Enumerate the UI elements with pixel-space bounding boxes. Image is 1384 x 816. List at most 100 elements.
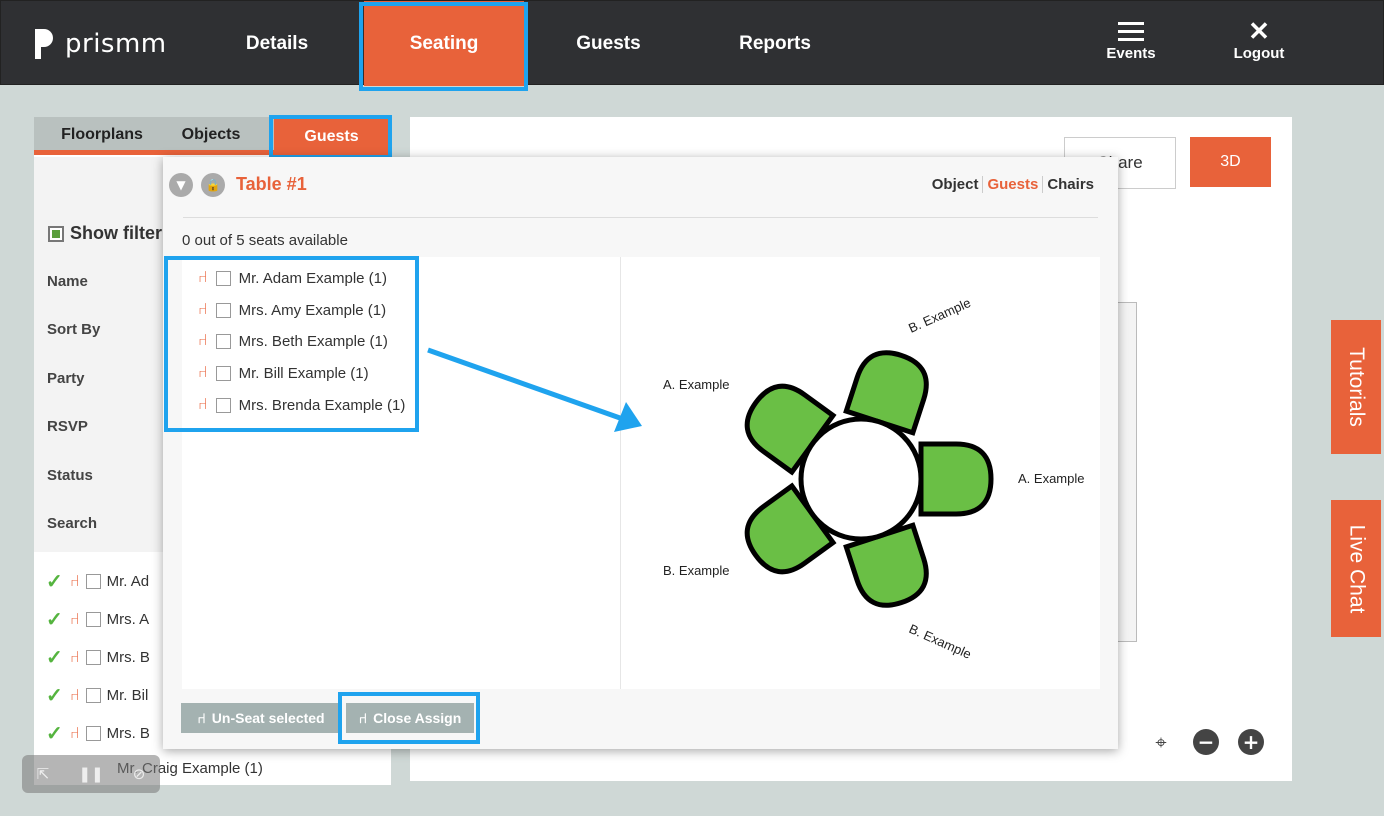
nav-details[interactable]: Details — [211, 1, 343, 86]
filter-status-label: Status — [47, 467, 93, 484]
chair-icon: ⑁ — [198, 301, 208, 318]
seat-label: B. Example — [663, 563, 729, 578]
3d-button[interactable]: 3D — [1190, 137, 1271, 187]
chair-icon: ⑁ — [70, 610, 80, 628]
popup-tabs: Object Guests Chairs — [928, 176, 1098, 193]
list-item[interactable]: ⑁ Mrs. Beth Example (1) — [198, 332, 388, 350]
guest-name: Mr. Bil — [106, 687, 149, 704]
list-item[interactable]: ✓ ⑁ Mr. Ad — [46, 569, 149, 594]
list-item[interactable]: ⑁ Mrs. Amy Example (1) — [198, 301, 386, 319]
seats-available-text: 0 out of 5 seats available — [182, 232, 348, 249]
chair-icon: ⑁ — [198, 332, 208, 349]
top-nav-bar: prismm Details Seating Guests Reports Ev… — [0, 0, 1384, 86]
menu-icon — [1091, 17, 1171, 45]
nav-events-label: Events — [1106, 45, 1156, 62]
tutorials-tab[interactable]: Tutorials — [1331, 320, 1381, 454]
nav-logout[interactable]: ✕ Logout — [1219, 17, 1299, 77]
chair-icon: ⑁ — [198, 269, 208, 286]
chair-icon: ⑁ — [198, 396, 208, 413]
guest-name: Mrs. Amy Example (1) — [238, 301, 387, 319]
filter-sortby-label: Sort By — [47, 321, 101, 338]
chair-icon: ⑁ — [70, 648, 80, 666]
list-item[interactable]: ⑁ Mr. Bill Example (1) — [198, 364, 369, 382]
crosshair-icon[interactable]: ⌖ — [1148, 729, 1174, 755]
filter-rsvp-label: RSVP — [47, 418, 88, 435]
pause-icon[interactable]: ❚❚ — [78, 765, 103, 783]
close-icon: ✕ — [1248, 16, 1270, 46]
check-icon: ✓ — [46, 723, 63, 745]
recorder-widget[interactable]: ⇱ ❚❚ ⊘ — [22, 755, 160, 793]
popup-guest-list: ⑁ Mr. Adam Example (1) ⑁ Mrs. Amy Example … — [182, 257, 620, 689]
live-chat-tab[interactable]: Live Chat — [1331, 500, 1381, 637]
close-assign-button[interactable]: ⑁ Close Assign — [346, 703, 474, 733]
show-filters-checkbox[interactable] — [48, 225, 64, 242]
list-item[interactable]: ⑁ Mr. Adam Example (1) — [198, 269, 387, 287]
tab-guests[interactable]: Guests — [983, 176, 1044, 193]
prismm-logo[interactable]: prismm — [35, 29, 167, 59]
guest-checkbox[interactable] — [85, 688, 101, 703]
guest-name: Mrs. A — [106, 611, 150, 628]
guest-name: Mrs. B — [106, 649, 150, 666]
guest-checkbox[interactable] — [215, 333, 231, 349]
nav-guests[interactable]: Guests — [541, 1, 676, 86]
stop-icon[interactable]: ⊘ — [133, 765, 146, 783]
tab-floorplans[interactable]: Floorplans — [42, 117, 162, 153]
seat-label: A. Example — [1018, 471, 1084, 486]
guest-checkbox[interactable] — [215, 302, 231, 318]
guest-name: Mrs. B — [106, 725, 150, 742]
list-item[interactable]: ✓ ⑁ Mr. Bil — [46, 683, 148, 708]
lock-icon[interactable]: 🔒 — [201, 173, 225, 197]
show-filters-toggle[interactable]: Show filter — [48, 223, 162, 244]
chair-icon: ⑁ — [358, 710, 368, 726]
tutorials-label: Tutorials — [1345, 347, 1368, 427]
nav-seating[interactable]: Seating — [364, 1, 524, 86]
round-table[interactable] — [798, 416, 924, 542]
guest-name: Mr. Ad — [106, 573, 150, 590]
guest-checkbox[interactable] — [85, 574, 101, 589]
round-table-svg: B. Example A. Example A. Example B. Exam… — [663, 295, 1084, 662]
table-seat-diagram: B. Example A. Example A. Example B. Exam… — [620, 257, 1100, 689]
check-icon: ✓ — [46, 685, 63, 707]
nav-reports[interactable]: Reports — [701, 1, 849, 86]
filter-name-label: Name — [47, 273, 88, 290]
chair-icon: ⑁ — [70, 572, 80, 590]
tab-chairs[interactable]: Chairs — [1043, 176, 1098, 193]
filter-party-label: Party — [47, 370, 85, 387]
guest-checkbox[interactable] — [215, 365, 231, 381]
chair-right[interactable] — [918, 441, 994, 517]
table-assign-popup: ▼ 🔒 Table #1 Object Guests Chairs 0 out … — [163, 157, 1118, 749]
guest-name: Mrs. Brenda Example (1) — [238, 396, 406, 414]
tab-object[interactable]: Object — [928, 176, 984, 193]
guest-checkbox[interactable] — [85, 612, 101, 627]
collapse-icon[interactable]: ▼ — [169, 173, 193, 197]
filter-search-label: Search — [47, 515, 98, 532]
popup-header: ▼ 🔒 Table #1 Object Guests Chairs — [163, 157, 1118, 215]
zoom-in-icon[interactable]: + — [1238, 729, 1264, 755]
logo-mark-icon — [35, 29, 55, 59]
logo-text: prismm — [65, 29, 167, 59]
list-item[interactable]: ✓ ⑁ Mrs. B — [46, 645, 150, 670]
tab-guests[interactable]: Guests — [274, 117, 389, 157]
guest-checkbox[interactable] — [215, 270, 231, 286]
list-item[interactable]: ⑁ Mrs. Brenda Example (1) — [198, 396, 405, 414]
tab-objects[interactable]: Objects — [166, 117, 256, 153]
close-assign-label: Close Assign — [373, 710, 462, 726]
check-icon: ✓ — [46, 609, 63, 631]
floorplan-object[interactable] — [1115, 302, 1137, 642]
guest-checkbox[interactable] — [85, 650, 101, 665]
unseat-selected-button[interactable]: ⑁ Un-Seat selected — [181, 703, 341, 733]
check-icon: ✓ — [46, 571, 63, 593]
list-item[interactable]: ✓ ⑁ Mrs. A — [46, 607, 149, 632]
list-item[interactable]: ✓ ⑁ Mrs. B — [46, 721, 150, 746]
annotation-arrow — [427, 347, 642, 432]
chair-icon: ⑁ — [70, 724, 80, 742]
guest-name: Mr. Adam Example (1) — [238, 269, 387, 287]
left-tabs: Floorplans Objects Guests — [34, 117, 391, 157]
guest-checkbox[interactable] — [215, 397, 231, 413]
nav-events[interactable]: Events — [1091, 17, 1171, 77]
zoom-out-icon[interactable]: − — [1193, 729, 1219, 755]
chair-icon: ⑁ — [198, 364, 208, 381]
guest-checkbox[interactable] — [85, 726, 101, 741]
seat-label: B. Example — [907, 621, 974, 662]
external-link-icon[interactable]: ⇱ — [37, 765, 50, 783]
